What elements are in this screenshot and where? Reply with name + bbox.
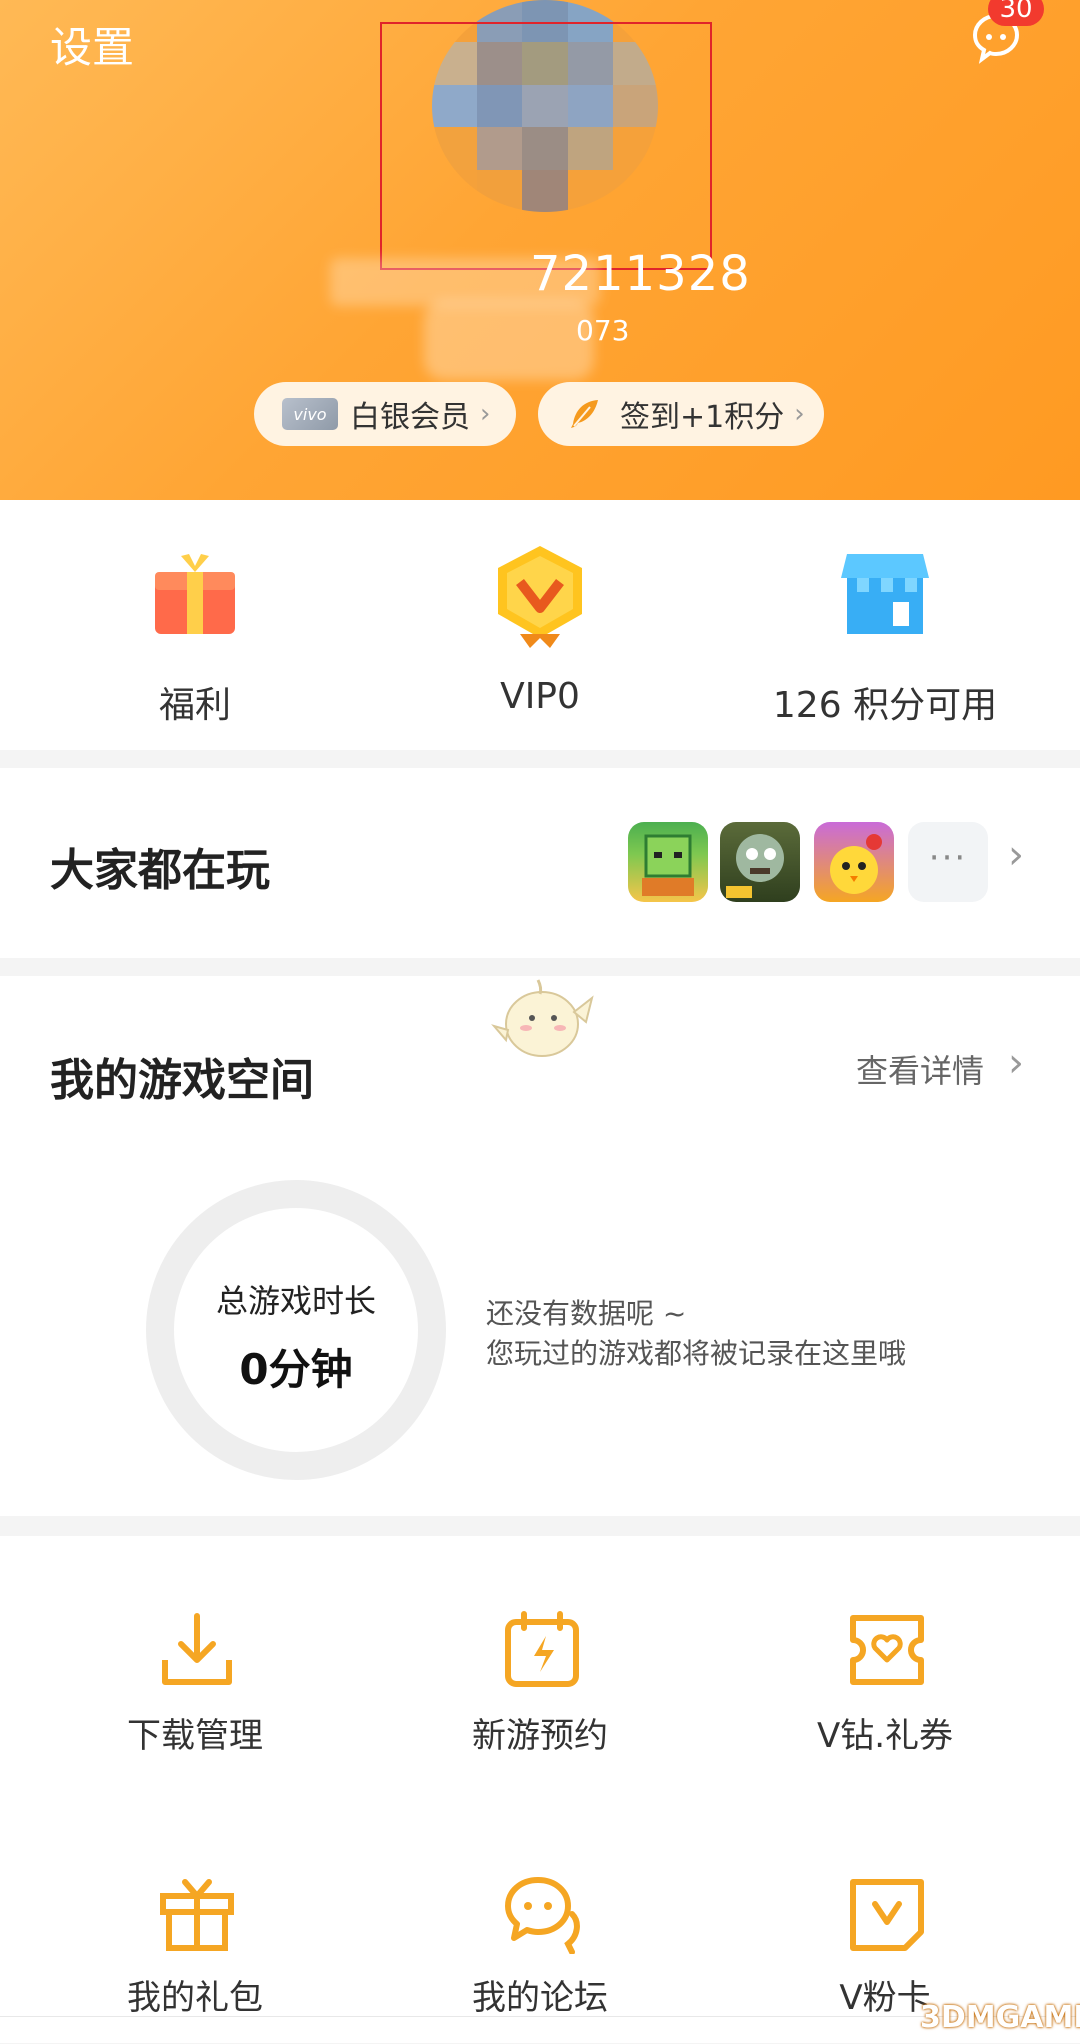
- calendar-icon: [505, 1611, 579, 1687]
- quick-points-label: 126 积分可用: [772, 685, 998, 726]
- checkin-pill[interactable]: 签到+1积分 ›: [538, 382, 824, 446]
- message-badge: 30: [988, 0, 1044, 26]
- vcard-icon: [850, 1879, 924, 1951]
- gift-icon: [160, 1879, 234, 1951]
- userid-blur: [424, 300, 594, 380]
- play-time-ring: [146, 1180, 446, 1480]
- more-games-button[interactable]: ···: [908, 822, 988, 902]
- empty-state-line1: 还没有数据呢 ~: [486, 1297, 687, 1330]
- quick-vip-label: VIP0: [500, 676, 580, 717]
- everyone-playing-section[interactable]: 大家都在玩 ··· ›: [0, 768, 1080, 958]
- game-icon[interactable]: [720, 822, 800, 902]
- username: 7211328: [530, 246, 751, 302]
- total-play-time-value: 0分钟: [239, 1345, 353, 1394]
- game-icon[interactable]: [814, 822, 894, 902]
- section-title: 我的游戏空间: [50, 1055, 314, 1106]
- checkin-label: 签到+1积分: [620, 400, 785, 435]
- mascot-icon: [491, 979, 594, 1057]
- store-icon: [841, 554, 929, 634]
- member-level-label: 白银会员: [350, 400, 470, 435]
- forum-icon: [505, 1877, 580, 1954]
- vip-badge-icon: [498, 546, 582, 648]
- my-forum-label: 我的论坛: [472, 1978, 608, 2018]
- feather-icon: [571, 400, 598, 428]
- total-play-time-label: 总游戏时长: [215, 1282, 376, 1320]
- section-title: 大家都在玩: [50, 845, 270, 896]
- bottom-nav-bar: [0, 2016, 1080, 2043]
- avatar-selection-box: [380, 22, 712, 270]
- download-icon: [162, 1613, 232, 1685]
- new-game-reservation-label: 新游预约: [472, 1716, 608, 1756]
- new-game-reservation[interactable]: 新游预约: [360, 1610, 720, 1770]
- chevron-right-icon: ›: [794, 399, 805, 429]
- settings-button[interactable]: 设置: [50, 14, 134, 75]
- member-level-pill[interactable]: vivo 白银会员 ›: [254, 382, 516, 446]
- quick-actions: 福利 VIP0 126 积分可用: [0, 500, 1080, 750]
- download-manager[interactable]: 下载管理: [15, 1610, 375, 1770]
- chevron-right-icon: ›: [480, 399, 491, 429]
- user-id: 073: [576, 314, 630, 347]
- download-manager-label: 下载管理: [127, 1716, 263, 1756]
- chevron-right-icon[interactable]: ›: [1008, 832, 1024, 878]
- view-details-link[interactable]: 查看详情: [856, 1046, 984, 1092]
- quick-welfare-label: 福利: [158, 685, 231, 726]
- profile-header: 设置 30 7211328 073 vivo 白银会员 › 签到+1积分 ›: [0, 0, 1080, 500]
- gift-box-icon: [155, 554, 235, 634]
- vdiamond-coupons-label: V钻.礼券: [816, 1716, 954, 1756]
- watermark: 3DMGAME: [920, 2000, 1080, 2035]
- coupon-icon: [850, 1615, 924, 1685]
- chevron-right-icon[interactable]: ›: [1008, 1040, 1024, 1086]
- game-icon[interactable]: [628, 822, 708, 902]
- my-gift-packs-label: 我的礼包: [127, 1978, 263, 2018]
- tools-grid: 下载管理 新游预约 V钻.礼券 我的礼包 我的论坛 V粉卡: [0, 1536, 1080, 2042]
- vdiamond-coupons[interactable]: V钻.礼券: [705, 1610, 1065, 1770]
- empty-state-line2: 您玩过的游戏都将被记录在这里哦: [486, 1337, 907, 1370]
- vivo-tag-icon: vivo: [282, 398, 338, 430]
